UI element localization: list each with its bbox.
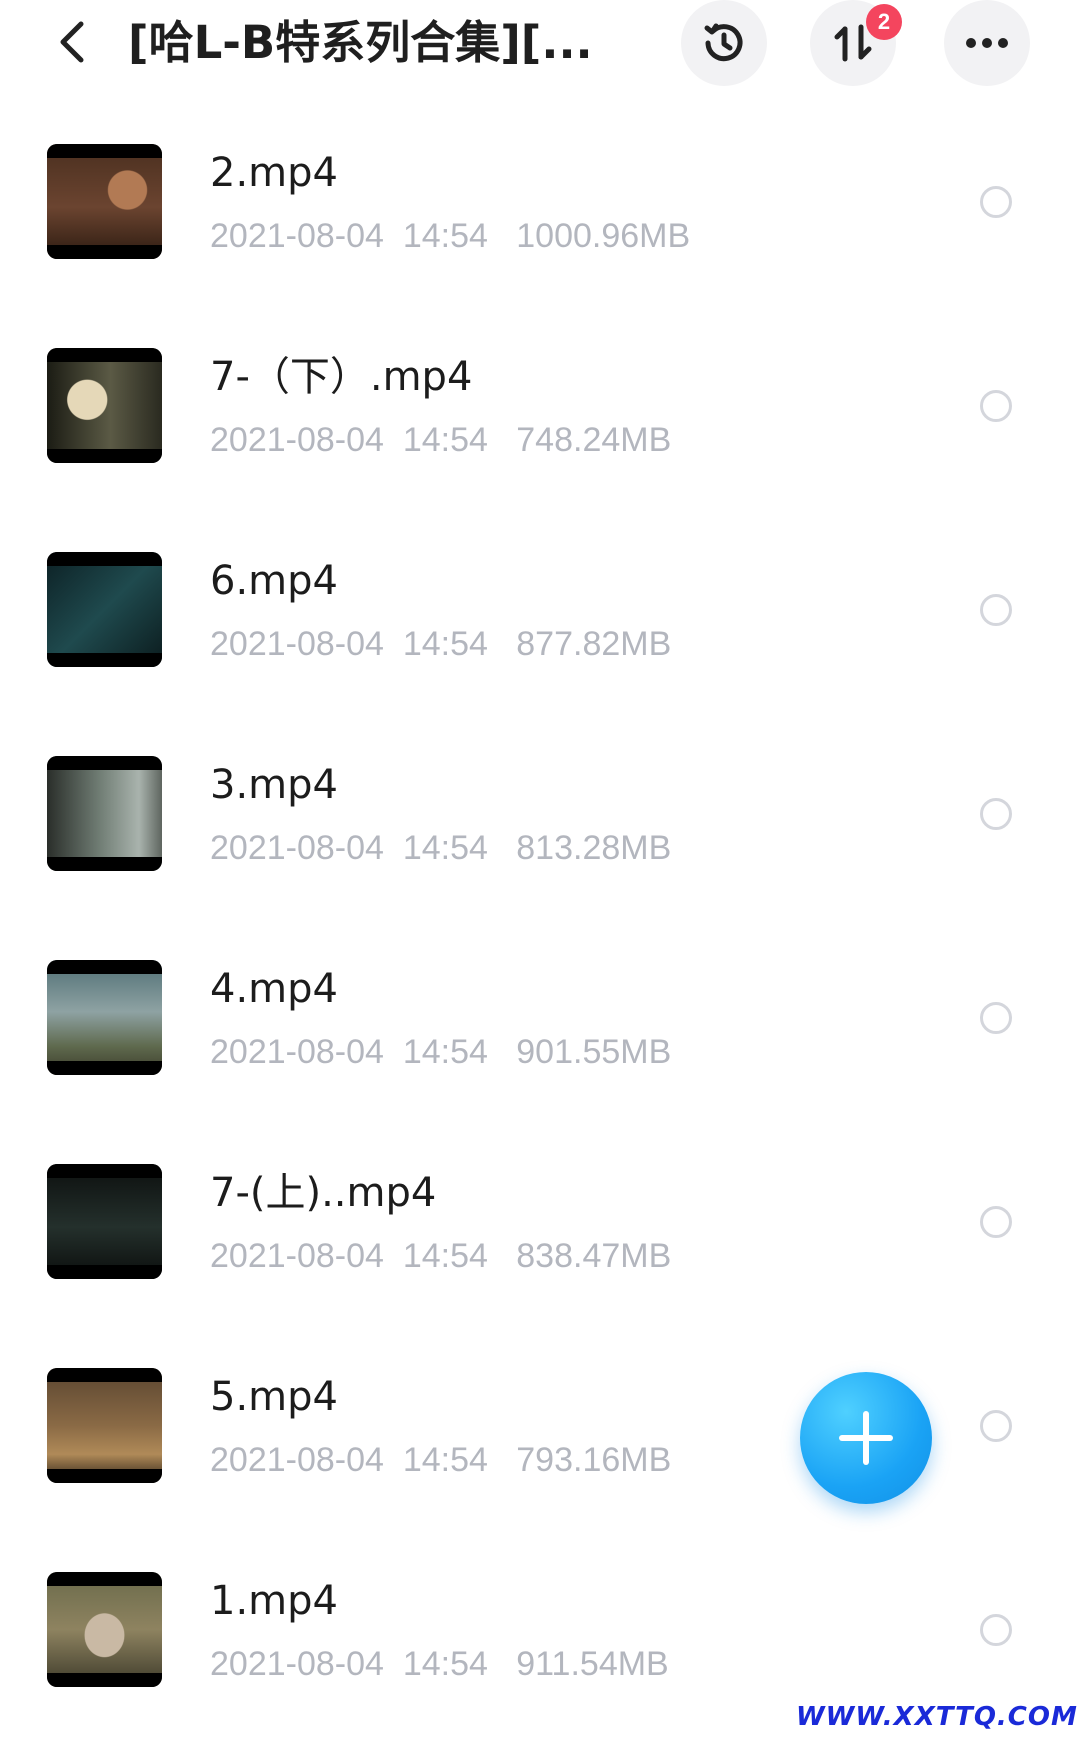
file-meta: 2021-08-04 14:54 901.55MB	[210, 1030, 671, 1074]
page-title: [哈L-B特系列合集][...	[128, 16, 593, 69]
file-name: 4.mp4	[210, 966, 338, 1012]
file-size: 877.82MB	[516, 625, 672, 663]
history-button[interactable]	[681, 0, 767, 86]
file-row[interactable]: 7-(上)..mp4 2021-08-04 14:54 838.47MB	[0, 1120, 1080, 1324]
select-radio[interactable]	[980, 594, 1012, 626]
file-size: 793.16MB	[516, 1441, 672, 1479]
file-date: 2021-08-04	[210, 625, 384, 663]
select-radio[interactable]	[980, 186, 1012, 218]
plus-icon	[839, 1411, 893, 1465]
file-date: 2021-08-04	[210, 1441, 384, 1479]
file-date: 2021-08-04	[210, 1645, 384, 1683]
video-thumbnail	[47, 552, 162, 667]
file-list: 2.mp4 2021-08-04 14:54 1000.96MB 7-（下）.m…	[0, 100, 1080, 1732]
more-options-button[interactable]	[944, 0, 1030, 86]
select-radio[interactable]	[980, 1002, 1012, 1034]
file-size: 901.55MB	[516, 1033, 672, 1071]
history-icon	[704, 23, 743, 62]
file-size: 838.47MB	[516, 1237, 672, 1275]
file-time: 14:54	[402, 1645, 488, 1683]
more-icon	[966, 38, 1008, 48]
file-meta: 2021-08-04 14:54 748.24MB	[210, 418, 671, 462]
video-thumbnail	[47, 348, 162, 463]
file-date: 2021-08-04	[210, 217, 384, 255]
file-row[interactable]: 6.mp4 2021-08-04 14:54 877.82MB	[0, 508, 1080, 712]
file-name: 6.mp4	[210, 558, 338, 604]
video-thumbnail	[47, 1368, 162, 1483]
file-time: 14:54	[402, 829, 488, 867]
video-thumbnail	[47, 1164, 162, 1279]
transfer-count-badge: 2	[866, 4, 902, 40]
file-time: 14:54	[402, 421, 488, 459]
file-date: 2021-08-04	[210, 1033, 384, 1071]
file-time: 14:54	[402, 1237, 488, 1275]
file-meta: 2021-08-04 14:54 911.54MB	[210, 1642, 669, 1686]
file-name: 1.mp4	[210, 1578, 338, 1624]
select-radio[interactable]	[980, 390, 1012, 422]
select-radio[interactable]	[980, 798, 1012, 830]
back-button[interactable]	[50, 20, 94, 64]
file-time: 14:54	[402, 1441, 488, 1479]
file-meta: 2021-08-04 14:54 838.47MB	[210, 1234, 671, 1278]
file-row[interactable]: 2.mp4 2021-08-04 14:54 1000.96MB	[0, 100, 1080, 304]
header-bar: [哈L-B特系列合集][... 2	[0, 0, 1080, 100]
back-arrow-icon	[60, 21, 84, 63]
file-name: 3.mp4	[210, 762, 338, 808]
video-thumbnail	[47, 144, 162, 259]
file-row[interactable]: 4.mp4 2021-08-04 14:54 901.55MB	[0, 916, 1080, 1120]
select-radio[interactable]	[980, 1206, 1012, 1238]
file-meta: 2021-08-04 14:54 1000.96MB	[210, 214, 690, 258]
file-meta: 2021-08-04 14:54 877.82MB	[210, 622, 671, 666]
file-meta: 2021-08-04 14:54 813.28MB	[210, 826, 671, 870]
file-size: 813.28MB	[516, 829, 672, 867]
watermark-text: WWW.XXTTQ.COM	[796, 1702, 1078, 1732]
select-radio[interactable]	[980, 1614, 1012, 1646]
video-thumbnail	[47, 960, 162, 1075]
video-thumbnail	[47, 1572, 162, 1687]
file-size: 911.54MB	[516, 1645, 669, 1683]
file-name: 5.mp4	[210, 1374, 338, 1420]
file-time: 14:54	[402, 625, 488, 663]
file-name: 2.mp4	[210, 150, 338, 196]
file-row[interactable]: 7-（下）.mp4 2021-08-04 14:54 748.24MB	[0, 304, 1080, 508]
file-size: 1000.96MB	[516, 217, 691, 255]
file-size: 748.24MB	[516, 421, 672, 459]
file-date: 2021-08-04	[210, 1237, 384, 1275]
file-meta: 2021-08-04 14:54 793.16MB	[210, 1438, 671, 1482]
add-button[interactable]	[800, 1372, 932, 1504]
file-name: 7-（下）.mp4	[210, 354, 473, 400]
file-time: 14:54	[402, 217, 488, 255]
file-list-screen: [哈L-B特系列合集][... 2 2.mp4 2021-08-04 14:54…	[0, 0, 1080, 1739]
file-date: 2021-08-04	[210, 421, 384, 459]
video-thumbnail	[47, 756, 162, 871]
file-date: 2021-08-04	[210, 829, 384, 867]
file-name: 7-(上)..mp4	[210, 1170, 437, 1216]
transfer-button[interactable]: 2	[810, 0, 902, 86]
select-radio[interactable]	[980, 1410, 1012, 1442]
file-time: 14:54	[402, 1033, 488, 1071]
file-row[interactable]: 3.mp4 2021-08-04 14:54 813.28MB	[0, 712, 1080, 916]
